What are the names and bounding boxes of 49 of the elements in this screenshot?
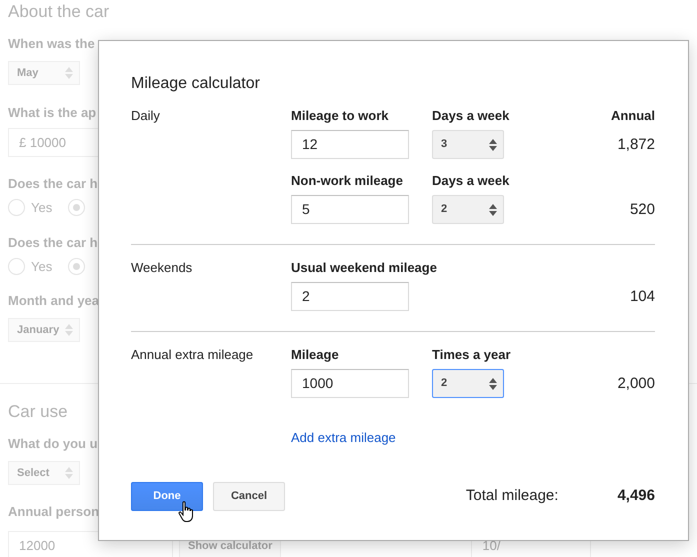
section-label: Weekends xyxy=(131,259,194,277)
hand-cursor-icon xyxy=(178,501,194,523)
section-heading: About the car xyxy=(8,1,110,23)
field-label: Month and yea xyxy=(8,292,100,310)
radio-button[interactable] xyxy=(8,199,25,216)
field-label: What do you u xyxy=(8,435,98,453)
text-field[interactable]: 1000 xyxy=(291,369,409,398)
field-label: Annual person xyxy=(8,503,100,521)
field-label: What is the ap xyxy=(8,104,96,122)
section-label: Daily xyxy=(131,107,161,125)
total-value: 4,496 xyxy=(617,486,655,506)
up-down-arrows-icon xyxy=(65,467,73,479)
text-field[interactable]: 5 xyxy=(291,195,409,224)
radio-label: Yes xyxy=(31,258,52,276)
radio-button[interactable] xyxy=(68,258,86,275)
section-heading: Car use xyxy=(8,401,68,423)
text-field[interactable]: 2 xyxy=(291,282,409,311)
up-down-arrows-icon xyxy=(65,324,73,336)
field-label: When was the xyxy=(8,35,95,53)
dropdown[interactable]: 2 xyxy=(432,369,504,398)
total-label: Total mileage: xyxy=(466,486,558,506)
field-label: Times a year xyxy=(432,346,511,364)
radio-button[interactable] xyxy=(68,199,86,216)
dialog-title: Mileage calculator xyxy=(131,74,261,94)
add-mileage-link[interactable]: Add extra mileage xyxy=(291,430,396,445)
column-header: Annual xyxy=(610,107,655,125)
radio-label: Yes xyxy=(31,199,52,217)
annual-value: 104 xyxy=(630,287,655,307)
annual-value: 2,000 xyxy=(617,374,655,394)
annual-value: 1,872 xyxy=(616,135,655,155)
cancel-button[interactable]: Cancel xyxy=(213,482,285,511)
up-down-arrows-icon xyxy=(489,138,497,150)
up-down-arrows-icon xyxy=(489,204,497,216)
text-field[interactable]: 12 xyxy=(291,130,409,159)
field-label: Days a week xyxy=(432,172,510,190)
field-label: Days a week xyxy=(432,107,510,125)
field-label: Mileage to work xyxy=(291,107,389,125)
section-label: Annual extra mileage xyxy=(131,346,254,364)
field-label: Does the car h xyxy=(8,234,98,252)
field-label: Usual weekend mileage xyxy=(291,259,437,277)
dropdown[interactable]: 2 xyxy=(432,195,504,224)
up-down-arrows-icon xyxy=(489,378,497,390)
radio-button[interactable] xyxy=(8,258,25,275)
up-down-arrows-icon xyxy=(65,67,73,79)
annual-value: 520 xyxy=(630,200,655,220)
field-label: Non-work mileage xyxy=(291,172,403,190)
field-label: Mileage xyxy=(291,346,339,364)
dropdown[interactable]: 3 xyxy=(432,130,504,159)
field-label: Does the car h xyxy=(8,175,98,193)
